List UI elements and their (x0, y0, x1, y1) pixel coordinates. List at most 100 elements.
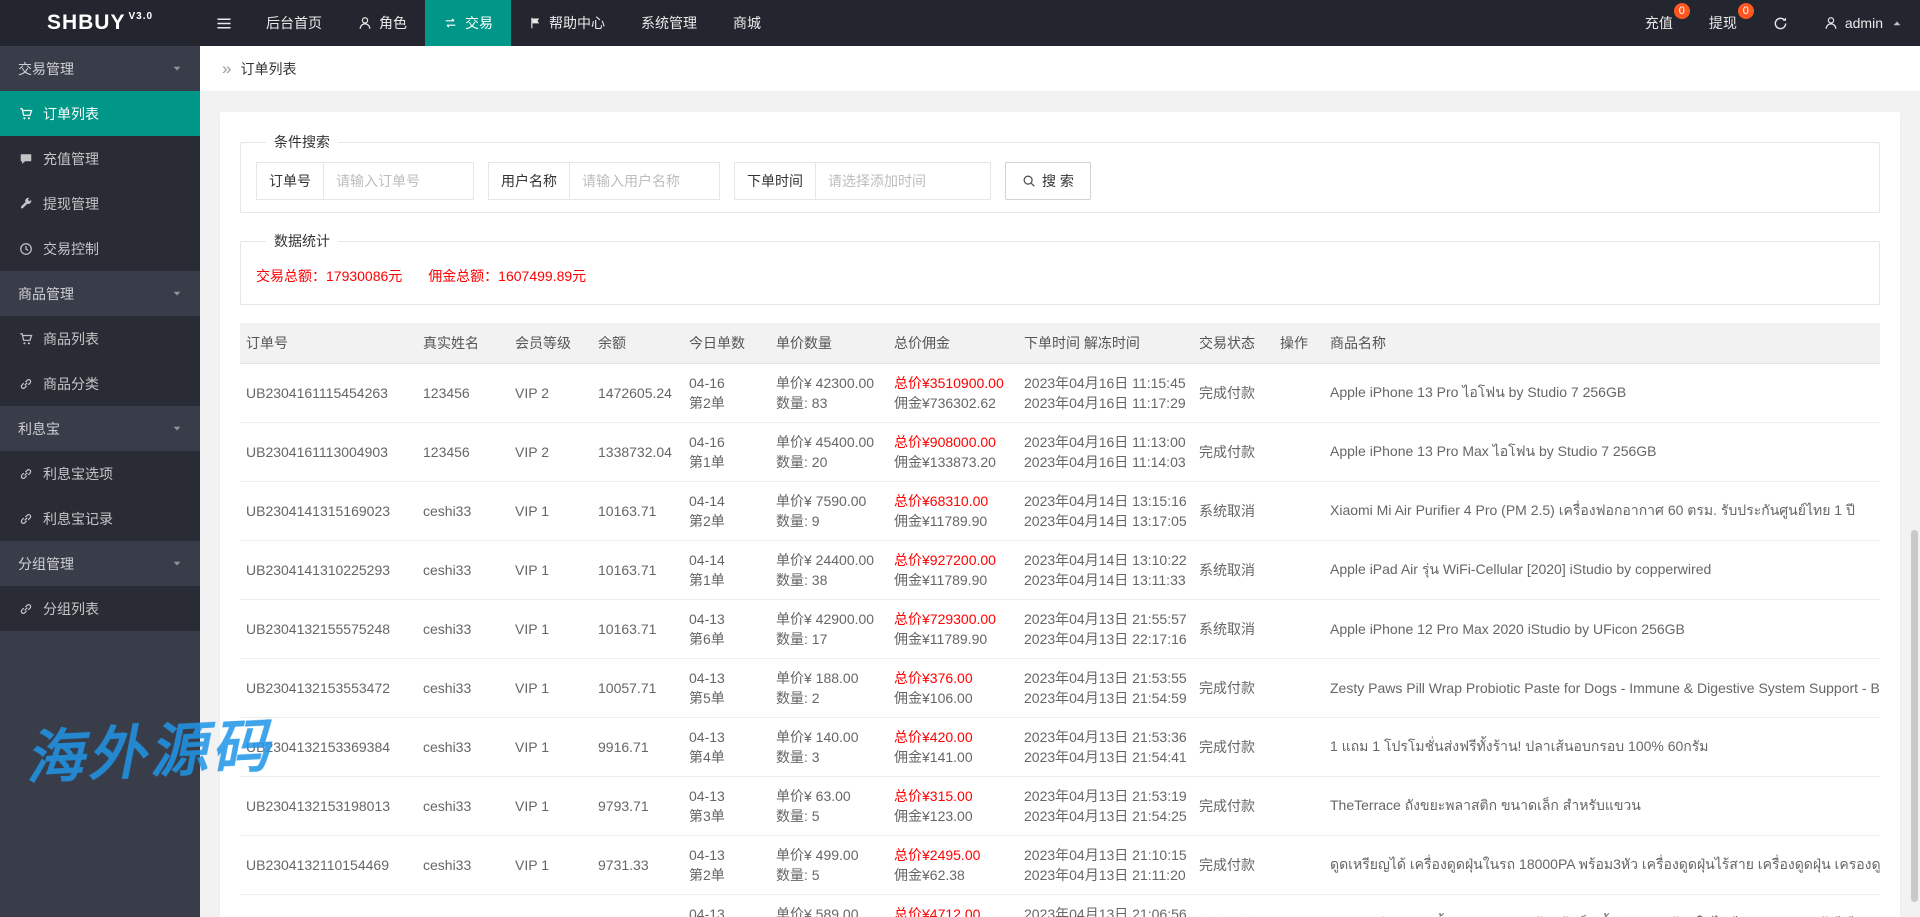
withdraw-button[interactable]: 提现 0 (1691, 0, 1755, 46)
nav-item-home[interactable]: 后台首页 (248, 0, 340, 46)
cell-actions (1274, 776, 1324, 836)
user-menu[interactable]: admin (1806, 0, 1920, 46)
nav-item-label: 帮助中心 (549, 15, 605, 31)
nav-item-roles[interactable]: 角色 (340, 0, 425, 46)
cell-total-commission: 总价¥2495.00 佣金¥62.38 (888, 835, 1018, 895)
sidebar-group-label: 商品管理 (18, 285, 74, 302)
chevron-down-icon (172, 424, 182, 433)
sidebar-item-order-list[interactable]: 订单列表 (0, 91, 200, 136)
chevron-down-icon (172, 289, 182, 298)
cell-actions (1274, 481, 1324, 541)
logo-version: V3.0 (128, 10, 154, 22)
sidebar-group-group-management: 分组管理分组列表 (0, 541, 200, 631)
withdraw-label: 提现 (1708, 15, 1737, 31)
nav-item-label: 角色 (379, 15, 407, 31)
nav-item-mall[interactable]: 商城 (715, 0, 779, 46)
nav-item-label: 后台首页 (266, 15, 322, 31)
refresh-button[interactable] (1755, 0, 1806, 46)
cell-today-count: 04-13 第2单 (683, 835, 770, 895)
sidebar-group-toggle-goods-management[interactable]: 商品管理 (0, 271, 200, 316)
cell-real-name: ceshi33 (417, 835, 509, 895)
sidebar: 交易管理订单列表 充值管理提现管理交易控制商品管理商品列表商品分类利息宝利息宝选项… (0, 46, 200, 917)
sidebar-item-group-list[interactable]: 分组列表 (0, 586, 200, 631)
sidebar-item-label: 提现管理 (43, 195, 99, 212)
cell-today-count: 04-14 第2单 (683, 481, 770, 541)
table-row: UB2304132153198013 ceshi33 VIP 1 9793.71 04-… (240, 776, 1880, 836)
search-button[interactable]: 搜 索 (1005, 162, 1091, 200)
recharge-label: 充值 (1644, 15, 1673, 31)
search-group-order-no: 订单号 (256, 162, 474, 200)
sidebar-group-toggle-group-management[interactable]: 分组管理 (0, 541, 200, 586)
vertical-scrollbar[interactable] (1911, 530, 1918, 902)
search-group-order-time: 下单时间 (734, 162, 991, 200)
cell-balance: 10163.71 (592, 481, 683, 541)
cell-actions (1274, 717, 1324, 777)
table-row: UB2304161115454263 123456 VIP 2 1472605.24 0… (240, 363, 1880, 423)
cell-balance: 9916.71 (592, 717, 683, 777)
cell-vip-level: VIP 1 (509, 776, 592, 836)
cell-total-commission: 总价¥3510900.00 佣金¥736302.62 (888, 363, 1018, 423)
chevron-down-icon (172, 559, 182, 568)
column-header-today-count: 今日单数 (683, 323, 770, 364)
main-nav: 后台首页 角色 交易 帮助中心 系统管理 商城 (248, 0, 1627, 46)
cell-vip-level: VIP 1 (509, 599, 592, 659)
cell-real-name: ceshi33 (417, 599, 509, 659)
sidebar-item-recharge-management[interactable]: 充值管理 (0, 136, 200, 181)
table-row: UB2304141315169023 ceshi33 VIP 1 10163.71 04… (240, 481, 1880, 541)
column-header-actions: 操作 (1274, 323, 1324, 364)
sidebar-item-goods-category[interactable]: 商品分类 (0, 361, 200, 406)
sidebar-group-interest-treasure: 利息宝利息宝选项 利息宝记录 (0, 406, 200, 541)
username-input[interactable] (570, 162, 720, 200)
sidebar-group-label: 利息宝 (18, 420, 60, 437)
cell-price-qty: 单价¥ 188.00 数量: 2 (770, 658, 888, 718)
cell-order-times: 2023年04月16日 11:13:00 2023年04月16日 11:14:03 (1018, 422, 1193, 482)
nav-item-label: 交易 (465, 15, 493, 31)
cell-order-times: 2023年04月13日 21:53:36 2023年04月13日 21:54:41 (1018, 717, 1193, 777)
sidebar-item-interest-records[interactable]: 利息宝记录 (0, 496, 200, 541)
cell-product-name: Zesty Paws Pill Wrap Probiotic Paste for… (1324, 658, 1880, 718)
sidebar-group-toggle-interest-treasure[interactable]: 利息宝 (0, 406, 200, 451)
cell-vip-level: VIP 2 (509, 363, 592, 423)
cell-real-name: ceshi33 (417, 717, 509, 777)
cell-order-no: UB2304141315169023 (240, 481, 417, 541)
sidebar-item-label: 商品列表 (43, 330, 99, 347)
chevron-down-icon (172, 64, 182, 73)
link-icon (18, 377, 34, 391)
sidebar-item-trade-control[interactable]: 交易控制 (0, 226, 200, 271)
order-no-input[interactable] (324, 162, 474, 200)
sidebar-item-label: 分组列表 (43, 600, 99, 617)
logo-text: SHBUY (46, 11, 126, 34)
recharge-badge: 0 (1673, 3, 1690, 19)
nav-item-help[interactable]: 帮助中心 (511, 0, 623, 46)
cell-order-no: UB2304141310225293 (240, 540, 417, 600)
cell-today-count: 04-14 第1单 (683, 540, 770, 600)
cell-balance: 9793.71 (592, 776, 683, 836)
table-row: UB2304141310225293 ceshi33 VIP 1 10163.71 04… (240, 540, 1880, 600)
cell-vip-level: VIP 2 (509, 422, 592, 482)
sidebar-item-label: 交易控制 (43, 240, 99, 257)
sidebar-group-goods-management: 商品管理商品列表商品分类 (0, 271, 200, 406)
sidebar-group-label: 交易管理 (18, 60, 74, 77)
cell-order-times: 2023年04月14日 13:10:22 2023年04月14日 13:11:33 (1018, 540, 1193, 600)
search-legend: 条件搜索 (274, 134, 330, 150)
app-logo[interactable]: SHBUY V3.0 (0, 0, 200, 46)
cell-real-name: ceshi33 (417, 481, 509, 541)
cell-vip-level: VIP 1 (509, 894, 592, 917)
sidebar-item-goods-list[interactable]: 商品列表 (0, 316, 200, 361)
cell-product-name: กางเกงเดินป่า ขาสั้น S.ARCHON ผ้าแห้งเร็… (1324, 894, 1880, 917)
sidebar-item-interest-options[interactable]: 利息宝选项 (0, 451, 200, 496)
nav-item-trade[interactable]: 交易 (425, 0, 511, 46)
recharge-button[interactable]: 充值 0 (1627, 0, 1691, 46)
search-group-username: 用户名称 (488, 162, 720, 200)
nav-item-system[interactable]: 系统管理 (623, 0, 715, 46)
sidebar-toggle-button[interactable] (200, 0, 248, 46)
cell-total-commission: 总价¥68310.00 佣金¥11789.90 (888, 481, 1018, 541)
sidebar-item-withdraw-management[interactable]: 提现管理 (0, 181, 200, 226)
clock-icon (18, 242, 34, 256)
cell-balance: 10163.71 (592, 599, 683, 659)
order-time-input[interactable] (816, 162, 991, 200)
sidebar-group-toggle-trade-management[interactable]: 交易管理 (0, 46, 200, 91)
refresh-icon (1773, 16, 1788, 31)
cell-product-name: ดูดเหรียญได้ เครื่องดูดฝุ่นในรถ 18000PA … (1324, 835, 1880, 895)
cell-today-count: 04-13 第3单 (683, 776, 770, 836)
